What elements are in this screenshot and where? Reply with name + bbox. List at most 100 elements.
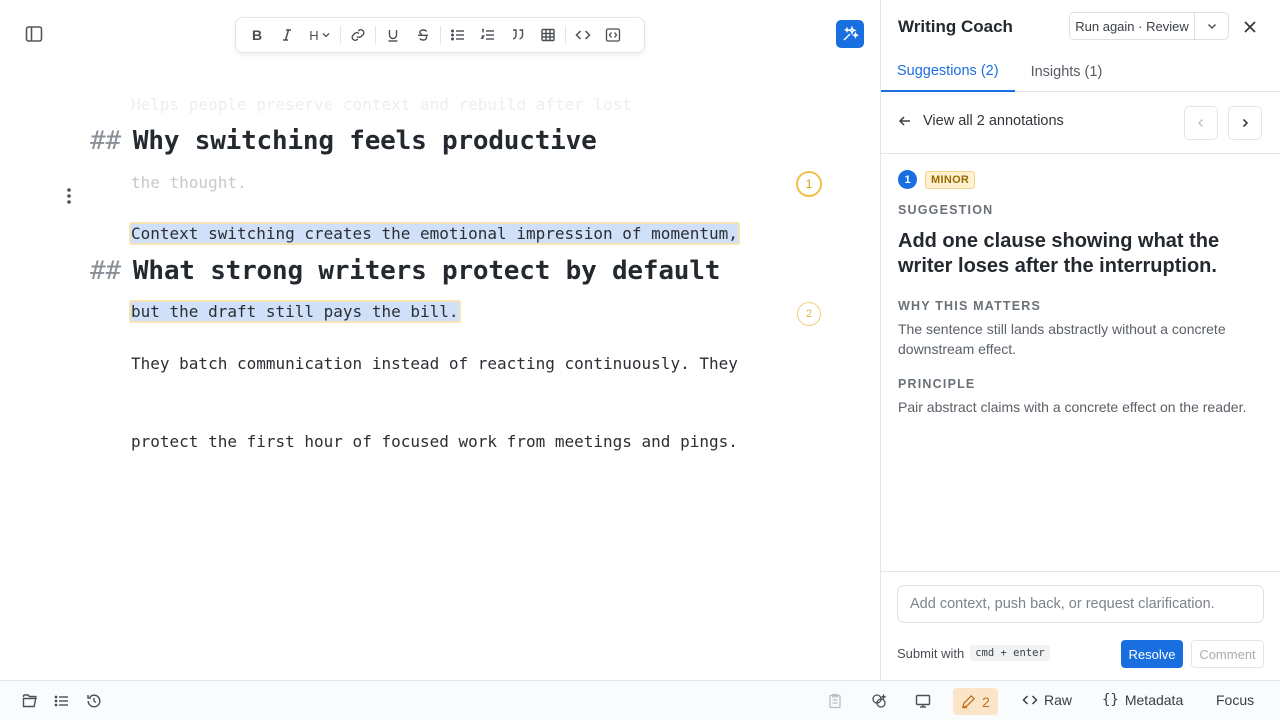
- table-button[interactable]: [533, 21, 563, 49]
- view-all-annotations-link[interactable]: View all 2 annotations: [897, 113, 1064, 129]
- heading-icon: H: [309, 27, 319, 43]
- principle-text: Pair abstract claims with a concrete eff…: [898, 399, 1247, 415]
- resolve-button[interactable]: Resolve: [1121, 640, 1183, 668]
- annotation-marker[interactable]: 2: [797, 302, 821, 326]
- strikethrough-icon: [418, 29, 428, 41]
- link-icon: [351, 29, 365, 41]
- ai-assist-icon[interactable]: [869, 691, 889, 711]
- pen-icon: [962, 694, 976, 709]
- italic-button[interactable]: [272, 21, 302, 49]
- submit-hint-label: Submit with: [897, 645, 965, 661]
- annotation-badges: 1 MINOR: [898, 170, 1264, 189]
- braces-icon: {}: [1102, 692, 1119, 708]
- reply-footer: Submit with cmd + enter Resolve Comment: [881, 571, 1280, 680]
- submit-hint: Submit with cmd + enter: [897, 645, 1050, 661]
- code-icon: [1022, 695, 1038, 705]
- underline-button[interactable]: [378, 21, 408, 49]
- heading-marker: ##: [90, 256, 121, 286]
- close-icon: [1244, 21, 1256, 33]
- chevron-left-icon: [1197, 118, 1204, 128]
- annotation-card: 1 MINOR SUGGESTION Add one clause showin…: [898, 170, 1264, 417]
- toolbar-divider: [565, 26, 566, 44]
- paragraph[interactable]: They batch communication instead of reac…: [131, 299, 738, 507]
- bullet-list-icon: [451, 29, 464, 41]
- strikethrough-button[interactable]: [408, 21, 438, 49]
- chevron-down-icon: [322, 33, 330, 38]
- heading-text: Why switching feels productive: [132, 126, 597, 156]
- paragraph-line: They batch communication instead of reac…: [131, 354, 738, 373]
- underline-icon: [388, 30, 398, 42]
- heading-text: What strong writers protect by default: [132, 256, 721, 286]
- numbered-list-icon: [480, 28, 494, 40]
- code-block-icon: [605, 28, 621, 42]
- annotation-nav: View all 2 annotations: [881, 92, 1280, 154]
- view-all-label: View all 2 annotations: [923, 113, 1064, 129]
- ai-coach-toggle[interactable]: [836, 20, 864, 48]
- why-label: WHY THIS MATTERS: [898, 299, 1042, 313]
- sidebar-toggle-icon[interactable]: [22, 22, 46, 46]
- next-annotation-button[interactable]: [1228, 106, 1262, 140]
- outline-icon[interactable]: [52, 691, 72, 711]
- tab-insights[interactable]: Insights (1): [1015, 52, 1119, 92]
- why-text: The sentence still lands abstractly with…: [898, 321, 1226, 357]
- metadata-button[interactable]: {} Metadata: [1102, 692, 1183, 708]
- raw-view-button[interactable]: Raw: [1022, 692, 1072, 708]
- clipboard-icon[interactable]: [825, 691, 845, 711]
- chevron-down-icon: [1207, 23, 1216, 30]
- toolbar-divider: [440, 26, 441, 44]
- section-heading: ## Why switching feels productive: [90, 126, 597, 156]
- chevron-right-icon: [1242, 118, 1249, 128]
- previous-annotation-button[interactable]: [1184, 106, 1218, 140]
- editor-pane: B H Helps people preserve context and re…: [0, 0, 880, 680]
- preview-icon[interactable]: [913, 691, 933, 711]
- heading-dropdown[interactable]: H: [302, 21, 338, 49]
- table-icon: [541, 28, 555, 42]
- tab-suggestions[interactable]: Suggestions (2): [881, 52, 1015, 92]
- code-block-button[interactable]: [598, 21, 628, 49]
- writing-coach-panel: Writing Coach Run again · Review Suggest…: [880, 0, 1280, 680]
- format-toolbar: B H: [235, 17, 645, 53]
- run-again-button: Run again · Review: [1069, 12, 1229, 40]
- history-icon[interactable]: [84, 691, 104, 711]
- raw-label: Raw: [1044, 692, 1073, 708]
- bullet-list-button[interactable]: [443, 21, 473, 49]
- code-icon: [575, 30, 591, 40]
- focus-mode-button[interactable]: Focus: [1216, 692, 1254, 708]
- italic-icon: [283, 29, 291, 41]
- metadata-label: Metadata: [1124, 692, 1184, 708]
- suggestion-text: Add one clause showing what the writer l…: [898, 230, 1220, 277]
- link-button[interactable]: [343, 21, 373, 49]
- panel-title: Writing Coach: [898, 17, 1013, 36]
- annotations-count-button[interactable]: 2: [953, 688, 998, 715]
- shortcut-kbd: cmd + enter: [970, 645, 1050, 661]
- numbered-list-button[interactable]: [473, 21, 503, 49]
- section-heading: ## What strong writers protect by default: [90, 256, 720, 286]
- bold-button[interactable]: B: [242, 21, 272, 49]
- run-again-label[interactable]: Run again · Review: [1070, 13, 1194, 39]
- focus-label: Focus: [1216, 692, 1255, 708]
- run-options-dropdown[interactable]: [1194, 13, 1228, 39]
- annotations-count: 2: [982, 693, 990, 710]
- paragraph-line: protect the first hour of focused work f…: [131, 432, 738, 451]
- folder-icon[interactable]: [20, 691, 40, 711]
- close-panel-button[interactable]: [1239, 16, 1261, 38]
- coach-tabs: Suggestions (2) Insights (1): [881, 52, 1280, 92]
- quote-button[interactable]: [503, 21, 533, 49]
- status-bar: 2 Raw {} Metadata Focus: [0, 680, 1280, 720]
- sparkle-icon: [843, 25, 859, 41]
- reply-input[interactable]: [897, 585, 1264, 623]
- comment-button[interactable]: Comment: [1191, 640, 1264, 668]
- heading-marker: ##: [90, 126, 121, 156]
- highlighted-line: Context switching creates the emotional …: [131, 224, 738, 243]
- annotation-marker[interactable]: 1: [796, 171, 822, 197]
- toolbar-divider: [340, 26, 341, 44]
- drag-handle-icon[interactable]: [60, 185, 78, 207]
- inline-code-button[interactable]: [568, 21, 598, 49]
- severity-badge: MINOR: [925, 170, 976, 189]
- suggestion-label: SUGGESTION: [898, 203, 994, 217]
- toolbar-divider: [375, 26, 376, 44]
- arrow-left-icon: [898, 116, 910, 126]
- quote-icon: [512, 29, 524, 40]
- principle-label: PRINCIPLE: [898, 377, 976, 391]
- faded-line: Helps people preserve context and rebuil…: [131, 95, 632, 114]
